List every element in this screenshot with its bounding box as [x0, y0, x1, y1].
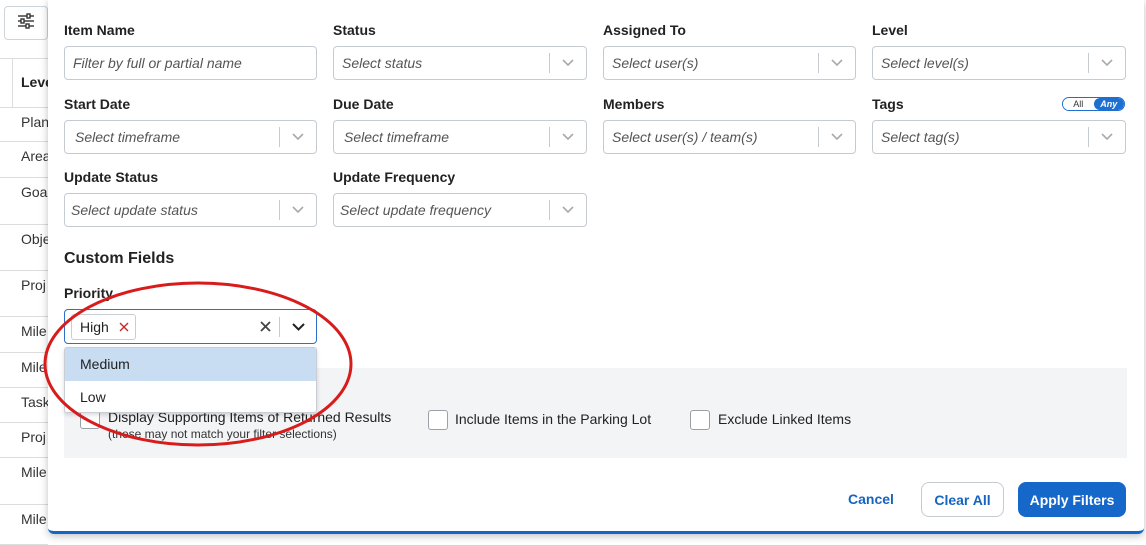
apply-filters-button[interactable]: Apply Filters — [1018, 482, 1126, 517]
update-status-select[interactable]: Select update status — [64, 193, 317, 227]
background-table: Leve Plan Area Goa Obje Proj Mile Mile T… — [0, 58, 48, 545]
chevron-down-icon[interactable] — [280, 206, 316, 214]
status-select[interactable]: Select status — [333, 46, 587, 80]
status-placeholder: Select status — [342, 55, 423, 71]
table-row[interactable]: Mile — [0, 505, 48, 545]
status-label: Status — [333, 22, 376, 38]
chevron-down-icon[interactable] — [280, 322, 316, 331]
update-status-label: Update Status — [64, 169, 159, 185]
level-select[interactable]: Select level(s) — [872, 46, 1126, 80]
item-name-label: Item Name — [64, 22, 135, 38]
item-name-input[interactable] — [64, 46, 317, 80]
members-select[interactable]: Select user(s) / team(s) — [603, 120, 856, 154]
table-row[interactable]: Proj — [0, 271, 48, 317]
due-date-label: Due Date — [333, 96, 394, 112]
table-row[interactable]: Area — [0, 142, 48, 178]
table-header-level: Leve — [0, 58, 48, 108]
due-date-placeholder: Select timeframe — [344, 129, 450, 145]
filter-panel: Item Name Status Select status Assigned … — [48, 0, 1144, 534]
chevron-down-icon[interactable] — [280, 133, 316, 141]
exclude-linked-label: Exclude Linked Items — [718, 411, 852, 427]
dropdown-option-low[interactable]: Low — [65, 381, 316, 414]
table-row[interactable]: Proj — [0, 423, 48, 458]
due-date-select[interactable]: Select timeframe — [333, 120, 587, 154]
supporting-items-note: (these may not match your filter selecti… — [108, 427, 337, 441]
table-row[interactable]: Task — [0, 388, 48, 423]
chevron-down-icon[interactable] — [819, 59, 855, 67]
priority-dropdown-menu: Medium Low — [64, 347, 317, 413]
filter-toggle-button[interactable] — [4, 6, 48, 40]
members-placeholder: Select user(s) / team(s) — [612, 129, 758, 145]
toggle-any-option[interactable]: Any — [1093, 98, 1124, 110]
table-row[interactable]: Mile — [0, 458, 48, 505]
update-status-placeholder: Select update status — [71, 202, 198, 218]
chevron-down-icon[interactable] — [1089, 59, 1125, 67]
update-frequency-placeholder: Select update frequency — [340, 202, 491, 218]
start-date-select[interactable]: Select timeframe — [64, 120, 317, 154]
parking-lot-label: Include Items in the Parking Lot — [455, 411, 652, 427]
table-row[interactable]: Goa — [0, 178, 48, 225]
chevron-down-icon[interactable] — [550, 133, 586, 141]
chevron-down-icon[interactable] — [550, 59, 586, 67]
chip-label: High — [80, 318, 109, 335]
level-placeholder: Select level(s) — [881, 55, 969, 71]
dropdown-option-medium[interactable]: Medium — [65, 348, 316, 381]
parking-lot-checkbox[interactable] — [428, 410, 448, 430]
chevron-down-icon[interactable] — [550, 206, 586, 214]
priority-multiselect[interactable]: High — [64, 309, 317, 344]
tags-select[interactable]: Select tag(s) — [872, 120, 1126, 154]
remove-icon[interactable] — [119, 320, 129, 334]
start-date-label: Start Date — [64, 96, 131, 112]
clear-all-button[interactable]: Clear All — [921, 482, 1004, 517]
tags-label: Tags — [872, 96, 904, 112]
exclude-linked-checkbox[interactable] — [690, 410, 710, 430]
assigned-to-label: Assigned To — [603, 22, 686, 38]
priority-label: Priority — [64, 285, 114, 301]
tags-match-toggle[interactable]: All Any — [1062, 97, 1125, 111]
level-label: Level — [872, 22, 908, 38]
custom-fields-title: Custom Fields — [64, 250, 175, 267]
assigned-to-select[interactable]: Select user(s) — [603, 46, 856, 80]
sliders-icon — [17, 12, 35, 34]
table-row[interactable]: Obje — [0, 225, 48, 271]
update-frequency-label: Update Frequency — [333, 169, 456, 185]
table-row[interactable]: Mile — [0, 317, 48, 353]
start-date-placeholder: Select timeframe — [75, 129, 181, 145]
chevron-down-icon[interactable] — [819, 133, 855, 141]
cancel-button[interactable]: Cancel — [838, 484, 904, 514]
table-row[interactable]: Mile — [0, 353, 48, 388]
assigned-to-placeholder: Select user(s) — [612, 55, 699, 71]
table-row[interactable]: Plan — [0, 108, 48, 142]
clear-icon[interactable] — [251, 316, 279, 337]
toggle-all-option[interactable]: All — [1063, 98, 1094, 110]
selected-value-chip: High — [71, 313, 136, 340]
members-label: Members — [603, 96, 665, 112]
tags-placeholder: Select tag(s) — [881, 129, 960, 145]
update-frequency-select[interactable]: Select update frequency — [333, 193, 587, 227]
chevron-down-icon[interactable] — [1089, 133, 1125, 141]
